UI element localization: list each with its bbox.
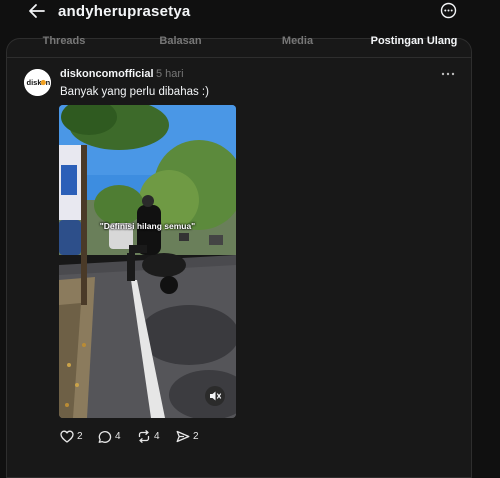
- like-count: 2: [77, 431, 83, 442]
- profile-username: andyheruprasetya: [58, 3, 191, 20]
- tab-media[interactable]: Media: [239, 32, 356, 58]
- tab-reposts[interactable]: Postingan Ulang: [356, 32, 472, 58]
- video-frame: [59, 105, 236, 418]
- tab-threads[interactable]: Threads: [6, 32, 122, 58]
- repost-icon: [138, 430, 150, 443]
- mute-button[interactable]: [205, 386, 225, 406]
- post-author[interactable]: diskoncomofficial: [60, 68, 154, 80]
- back-arrow-icon[interactable]: [28, 3, 46, 19]
- more-options-icon[interactable]: [440, 2, 457, 19]
- speaker-muted-icon: [210, 391, 222, 401]
- repost-count: 4: [154, 431, 160, 442]
- like-button[interactable]: 2: [60, 427, 90, 447]
- svg-text:disk: disk: [27, 78, 43, 87]
- repost-button[interactable]: 4: [137, 427, 167, 447]
- post-actions: 2 4 4 2: [60, 427, 260, 447]
- reply-count: 4: [115, 431, 121, 442]
- share-button[interactable]: 2: [176, 427, 206, 447]
- comment-icon: [98, 431, 112, 443]
- post-video[interactable]: "Definisi hilang semua": [59, 105, 236, 418]
- svg-text:n: n: [46, 78, 51, 87]
- post-text: Banyak yang perlu dibahas :): [60, 86, 209, 98]
- top-bar: andyheruprasetya: [0, 0, 500, 26]
- tab-replies[interactable]: Balasan: [122, 32, 239, 58]
- post: disk n diskoncomofficial 5 hari Banyak y…: [0, 58, 500, 462]
- video-caption: "Definisi hilang semua": [99, 221, 196, 231]
- avatar[interactable]: disk n: [24, 69, 51, 96]
- share-count: 2: [193, 431, 199, 442]
- profile-tabs: Threads Balasan Media Postingan Ulang: [6, 32, 472, 58]
- post-more-icon[interactable]: [440, 67, 456, 81]
- reply-button[interactable]: 4: [98, 427, 128, 447]
- heart-icon: [60, 430, 74, 443]
- send-icon: [176, 430, 190, 443]
- diskon-logo: disk n: [24, 69, 51, 96]
- post-time: 5 hari: [156, 68, 184, 80]
